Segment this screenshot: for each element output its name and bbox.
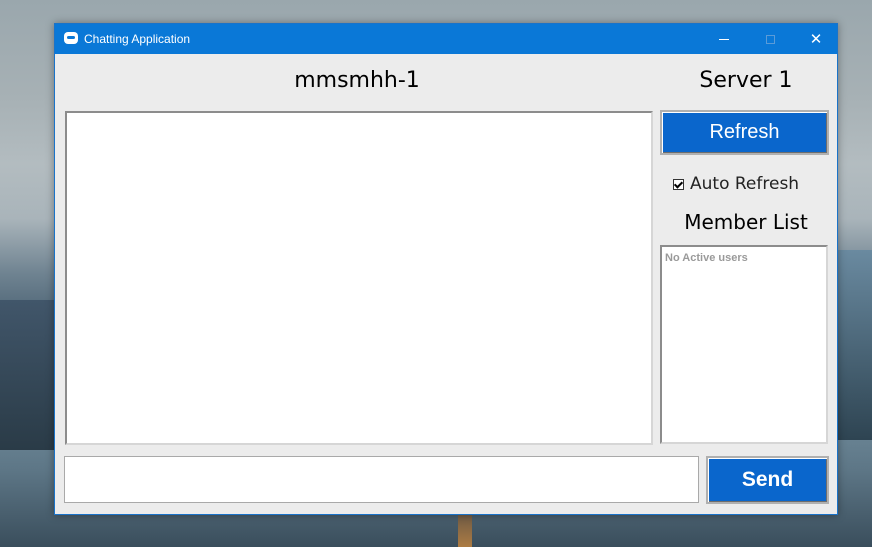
username-heading: mmsmhh-1 — [294, 68, 420, 93]
auto-refresh-checkbox[interactable] — [673, 178, 684, 190]
send-button[interactable]: Send — [706, 456, 829, 504]
auto-refresh-label: Auto Refresh — [690, 174, 800, 194]
chat-history-area[interactable] — [65, 111, 653, 445]
refresh-button[interactable]: Refresh — [660, 110, 829, 155]
background-hill-right — [835, 250, 872, 440]
background-hill-left — [0, 300, 60, 450]
minimize-icon — [719, 38, 729, 40]
background-sunset-reflection — [458, 515, 472, 547]
window-title: Chatting Application — [84, 32, 191, 46]
member-list-title: Member List — [684, 210, 808, 234]
maximize-button[interactable] — [747, 24, 793, 54]
maximize-icon — [765, 34, 775, 44]
close-icon: ✕ — [809, 30, 823, 48]
message-input[interactable] — [64, 456, 699, 503]
chat-app-window: Chatting Application ✕ mmsmhh-1 Server 1… — [54, 23, 838, 515]
auto-refresh-toggle[interactable]: Auto Refresh — [673, 174, 799, 194]
member-list-empty-text: No Active users — [665, 252, 748, 264]
chat-bubble-icon — [64, 32, 78, 44]
close-button[interactable]: ✕ — [793, 24, 839, 54]
title-bar[interactable]: Chatting Application ✕ — [55, 24, 837, 54]
member-list[interactable]: No Active users — [660, 245, 828, 444]
minimize-button[interactable] — [701, 24, 747, 54]
server-name-heading: Server 1 — [699, 68, 793, 93]
